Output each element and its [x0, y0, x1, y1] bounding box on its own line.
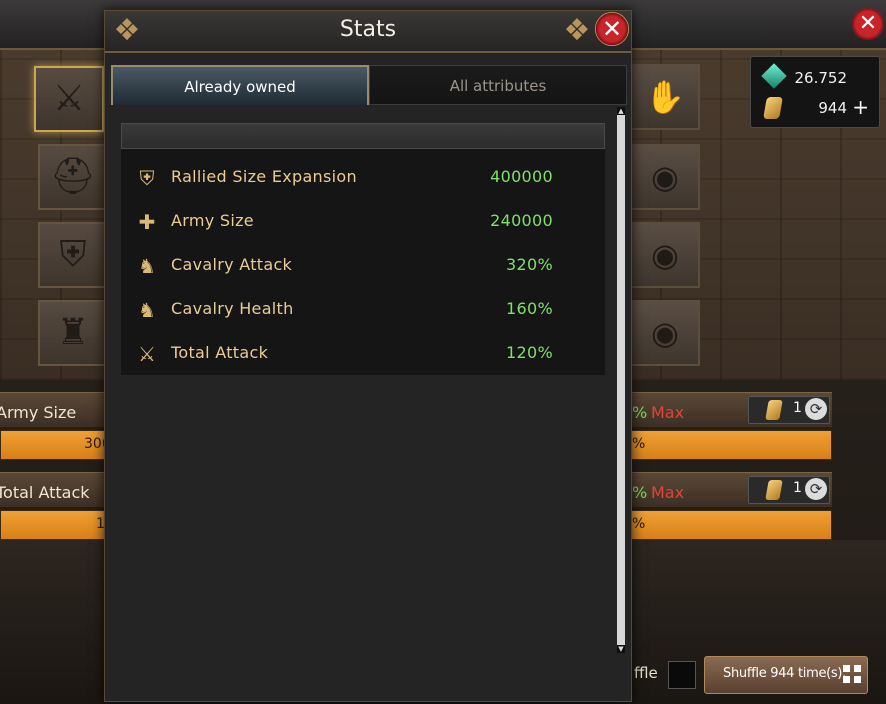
background-close-icon[interactable]: ✕ — [852, 8, 884, 40]
rally-banner-icon: ⛨ — [139, 166, 155, 190]
equipment-slot-right-1[interactable]: ✋ — [630, 64, 700, 130]
bg-bar-pct-fill-2: % — [632, 516, 646, 532]
coin-icon — [765, 400, 783, 420]
stat-value: 320% — [506, 255, 553, 274]
shuffle-button-label: Shuffle 944 time(s). — [723, 666, 846, 681]
corner-ornament-icon: ❖ — [563, 13, 591, 48]
coins-value: 944 — [818, 99, 847, 117]
stat-value: 400000 — [490, 167, 553, 186]
close-icon[interactable]: ✕ — [595, 12, 629, 46]
armor-icon: ⛨ — [59, 234, 87, 275]
bg-bar-pct-fill-1: % — [632, 436, 646, 452]
shuffle-button[interactable]: Shuffle 944 time(s). — [704, 656, 868, 694]
equipment-slot-right-3[interactable]: ◉ — [630, 222, 700, 288]
lock-count: 1 — [793, 400, 802, 416]
refresh-icon[interactable]: ⟳ — [805, 478, 827, 500]
bg-bar-label-army-size: Army Size — [0, 403, 77, 422]
bg-bar-pct-2: % — [632, 483, 648, 502]
scroll-up-icon[interactable]: ▲ — [617, 107, 625, 115]
tab-all-attributes[interactable]: All attributes — [369, 65, 627, 105]
scroll-down-icon[interactable]: ▼ — [617, 645, 625, 653]
stat-row: ♞ Cavalry Health 160% — [121, 287, 605, 331]
stat-name: Cavalry Health — [171, 299, 294, 318]
gauntlet-icon: ✋ — [645, 78, 685, 116]
stat-value: 240000 — [490, 211, 553, 230]
lock-count: 1 — [793, 480, 802, 496]
army-shield-icon: ✚ — [138, 210, 156, 234]
stats-list-header — [121, 123, 605, 149]
bg-lock-cell-1[interactable]: 1 ⟳ — [748, 396, 830, 424]
horse-head-icon: ♞ — [138, 254, 156, 278]
stat-row: ⚔ Total Attack 120% — [121, 331, 605, 375]
modal-title: Stats — [339, 17, 397, 42]
refresh-icon[interactable]: ⟳ — [805, 398, 827, 420]
legs-armor-icon: ♜ — [56, 312, 90, 353]
coins-row: 944 + — [761, 95, 873, 121]
horse-heart-icon: ♞ — [138, 298, 156, 322]
bg-bar-max-1: Max — [651, 403, 685, 422]
stats-list: ⛨ Rallied Size Expansion 400000 ✚ Army S… — [121, 123, 605, 375]
equipment-slot-helmet[interactable]: ⛑ — [38, 144, 108, 210]
stat-name: Cavalry Attack — [171, 255, 293, 274]
bg-lock-cell-2[interactable]: 1 ⟳ — [748, 476, 830, 504]
stat-row: ⛨ Rallied Size Expansion 400000 — [121, 155, 605, 199]
grid-icon — [843, 665, 861, 683]
stats-modal: ❖ Stats ❖ ✕ Already owned All attributes… — [104, 10, 632, 702]
scroll-thumb[interactable] — [617, 115, 625, 645]
crossed-swords-icon: ⚔ — [138, 342, 156, 366]
coin-icon — [765, 480, 783, 500]
modal-header: ❖ Stats ❖ ✕ — [105, 11, 631, 53]
equipment-slot-legs[interactable]: ♜ — [38, 300, 108, 366]
ring-icon: ◉ — [651, 158, 679, 196]
stat-value: 120% — [506, 343, 553, 362]
gem-icon — [761, 63, 787, 89]
helmet-icon: ⛑ — [50, 156, 96, 197]
stat-name: Rallied Size Expansion — [171, 167, 357, 186]
equipment-slot-right-4[interactable]: ◉ — [630, 300, 700, 366]
equipment-slot-armor[interactable]: ⛨ — [38, 222, 108, 288]
gems-row: 26.752 — [761, 63, 873, 91]
ring-icon: ◉ — [651, 314, 679, 352]
stats-scrollbar[interactable]: ▲ ▼ — [617, 107, 625, 653]
equipment-slot-weapon[interactable]: ⚔ — [34, 66, 104, 132]
coin-icon — [763, 97, 783, 119]
stat-name: Total Attack — [171, 343, 269, 362]
stat-name: Army Size — [171, 211, 254, 230]
gems-value: 26.752 — [794, 69, 848, 87]
shuffle-label: ffle — [634, 664, 658, 682]
stat-row: ♞ Cavalry Attack 320% — [121, 243, 605, 287]
bg-bar-label-total-attack: Total Attack — [0, 483, 90, 502]
resource-panel: 26.752 944 + — [750, 56, 880, 128]
add-coins-button[interactable]: + — [852, 95, 869, 119]
equipment-slot-right-2[interactable]: ◉ — [630, 144, 700, 210]
shuffle-checkbox[interactable] — [668, 661, 696, 689]
tab-already-owned[interactable]: Already owned — [111, 65, 369, 105]
bg-bar-pct-1: % — [632, 403, 648, 422]
stat-row: ✚ Army Size 240000 — [121, 199, 605, 243]
ring-icon: ◉ — [651, 236, 679, 274]
stat-value: 160% — [506, 299, 553, 318]
bg-bar-max-2: Max — [651, 483, 685, 502]
sword-icon: ⚔ — [52, 78, 86, 119]
